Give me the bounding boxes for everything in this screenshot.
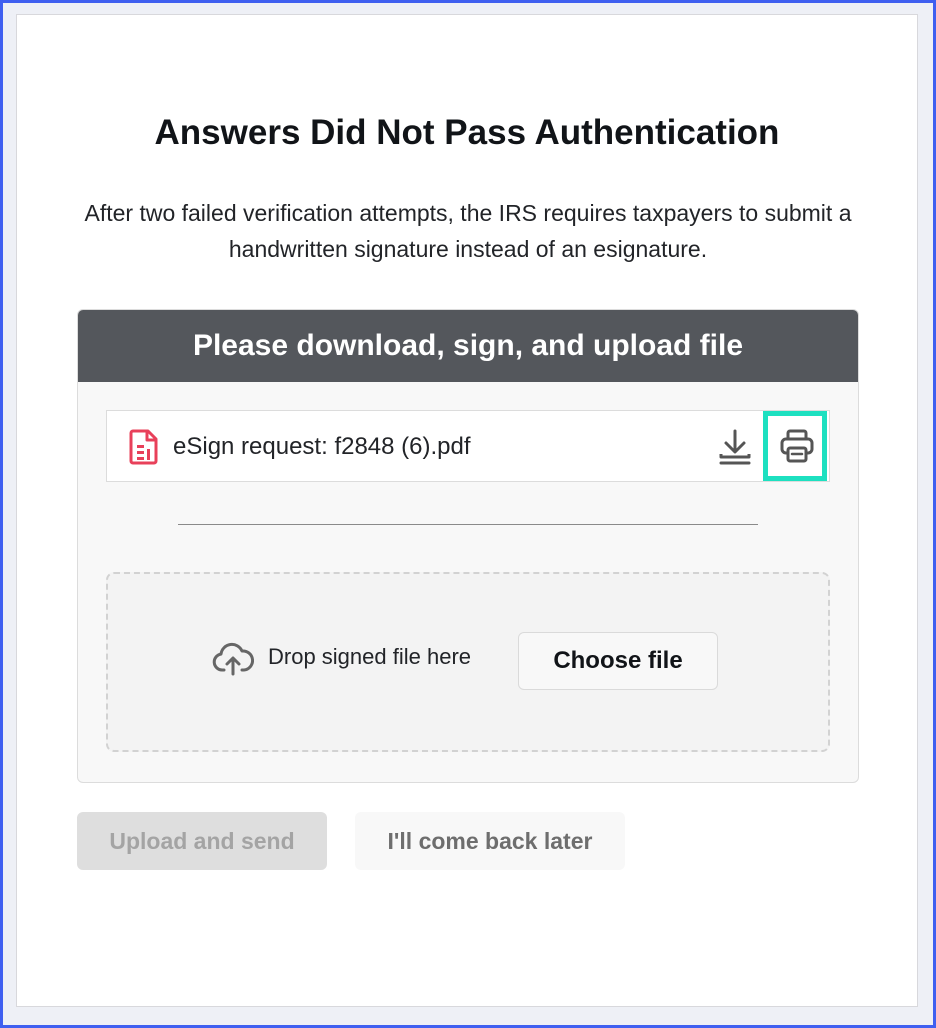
upload-panel: Please download, sign, and upload file e… <box>77 309 859 783</box>
come-back-later-button[interactable]: I'll come back later <box>355 812 625 870</box>
panel-header: Please download, sign, and upload file <box>78 310 858 382</box>
divider <box>178 524 758 525</box>
page-title: Answers Did Not Pass Authentication <box>154 113 780 152</box>
file-row: eSign request: f2848 (6).pdf <box>106 410 830 482</box>
download-icon[interactable] <box>715 427 755 467</box>
authentication-card: Answers Did Not Pass Authentication Afte… <box>16 14 918 1007</box>
print-icon <box>780 429 814 463</box>
cloud-upload-icon <box>212 642 254 676</box>
print-button[interactable] <box>763 411 827 481</box>
upload-and-send-button[interactable]: Upload and send <box>77 812 327 870</box>
pdf-file-icon <box>129 429 159 465</box>
file-dropzone[interactable]: Drop signed file here Choose file <box>106 572 830 752</box>
file-name: eSign request: f2848 (6).pdf <box>173 433 471 460</box>
page-subtitle: After two failed verification attempts, … <box>84 200 852 262</box>
choose-file-button[interactable]: Choose file <box>518 632 718 690</box>
dropzone-text: Drop signed file here <box>268 644 472 669</box>
